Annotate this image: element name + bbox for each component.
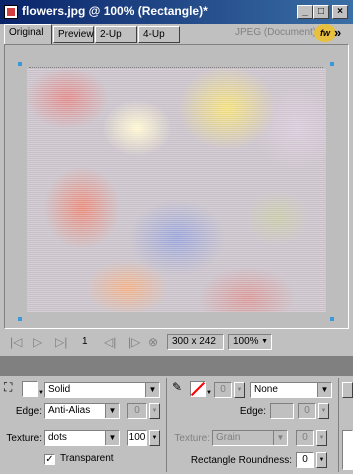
- zoom-value: 100%: [233, 336, 259, 347]
- divider: [338, 378, 339, 472]
- selection-handle-bottom-left[interactable]: [18, 317, 22, 321]
- fill-bucket-icon: ⛶: [4, 380, 13, 394]
- selection-handle-top-right[interactable]: [330, 62, 334, 66]
- chevron-down-icon: ▼: [261, 338, 268, 345]
- fireworks-logo-icon: fw: [314, 24, 336, 42]
- stroke-edge-field: [270, 403, 294, 419]
- fill-texture-dropdown[interactable]: dots ▼: [44, 430, 120, 446]
- fill-type-value: Solid: [48, 384, 71, 395]
- stroke-edge-label: Edge:: [239, 406, 266, 417]
- tab-original[interactable]: Original: [4, 24, 52, 44]
- chevron-down-icon: ▼: [273, 431, 287, 445]
- next-frame-icon[interactable]: |▷: [128, 334, 140, 350]
- rectangle-roundness-field[interactable]: 0: [296, 452, 314, 468]
- chevron-down-icon: ▼: [105, 431, 119, 445]
- stroke-color-arrow-icon[interactable]: ▼: [206, 390, 212, 396]
- close-button[interactable]: ×: [332, 5, 348, 19]
- effects-add-button[interactable]: [342, 382, 353, 398]
- first-frame-icon[interactable]: |◁: [10, 334, 22, 350]
- fill-texture-stepper[interactable]: ▼: [149, 430, 160, 446]
- export-arrow-icon[interactable]: »: [334, 25, 341, 40]
- prev-frame-icon[interactable]: ◁|: [104, 334, 116, 350]
- rectangle-roundness-label: Rectangle Roundness:: [190, 455, 292, 466]
- image-size-field: 300 x 242: [167, 334, 224, 350]
- stop-icon[interactable]: ⊗: [148, 334, 158, 350]
- minimize-button[interactable]: _: [297, 5, 313, 19]
- fill-edge-stepper: ▼: [149, 403, 160, 419]
- stroke-texture-amount: 0: [296, 430, 314, 446]
- frame-number: 1: [82, 336, 88, 347]
- format-label: JPEG (Document): [235, 27, 317, 38]
- chevron-down-icon: ▼: [317, 383, 331, 397]
- fill-texture-amount[interactable]: 100: [127, 430, 147, 446]
- fill-edge-amount: 0: [127, 403, 147, 419]
- transparent-label: Transparent: [60, 453, 114, 464]
- fill-color-swatch[interactable]: [22, 381, 38, 397]
- zoom-field[interactable]: 100% ▼: [228, 334, 272, 350]
- fill-texture-value: dots: [48, 432, 67, 443]
- chevron-down-icon: ▼: [145, 383, 159, 397]
- flowers-image[interactable]: [27, 68, 326, 312]
- fill-texture-label: Texture:: [6, 433, 42, 444]
- stroke-edge-amount: 0: [298, 403, 316, 419]
- fill-edge-dropdown[interactable]: Anti-Alias ▼: [44, 403, 120, 419]
- selection-handle-bottom-right[interactable]: [330, 317, 334, 321]
- transparent-checkbox[interactable]: ✓: [44, 454, 55, 465]
- selection-handle-top-left[interactable]: [18, 62, 22, 66]
- stroke-size-stepper: ▼: [234, 382, 245, 398]
- divider: [166, 378, 167, 472]
- tab-preview[interactable]: Preview: [53, 26, 94, 43]
- properties-panel-titlebar[interactable]: [0, 356, 353, 376]
- stroke-texture-label: Texture:: [174, 433, 210, 444]
- pencil-icon: ✎: [172, 380, 183, 394]
- chevron-down-icon: ▼: [105, 404, 119, 418]
- last-frame-icon[interactable]: ▷|: [55, 334, 67, 350]
- maximize-button[interactable]: □: [313, 5, 329, 19]
- stroke-type-value: None: [254, 384, 278, 395]
- document-icon: [4, 5, 18, 19]
- stroke-texture-value: Grain: [216, 432, 241, 443]
- effects-list[interactable]: [342, 430, 353, 470]
- stroke-edge-stepper: ▼: [318, 403, 329, 419]
- stroke-color-swatch[interactable]: [190, 381, 206, 397]
- fill-edge-label: Edge:: [15, 406, 42, 417]
- play-icon[interactable]: ▷: [33, 334, 42, 350]
- window-title: flowers.jpg @ 100% (Rectangle)*: [22, 4, 208, 18]
- stroke-size-field: 0: [214, 382, 232, 398]
- tab-4up[interactable]: 4-Up: [138, 26, 180, 43]
- fill-edge-value: Anti-Alias: [48, 405, 91, 416]
- stroke-texture-stepper: ▼: [316, 430, 327, 446]
- stroke-texture-dropdown: Grain ▼: [212, 430, 288, 446]
- tab-2up[interactable]: 2-Up: [95, 26, 137, 43]
- rectangle-roundness-stepper[interactable]: ▼: [316, 452, 327, 468]
- fill-type-dropdown[interactable]: Solid ▼: [44, 382, 160, 398]
- stroke-type-dropdown[interactable]: None ▼: [250, 382, 332, 398]
